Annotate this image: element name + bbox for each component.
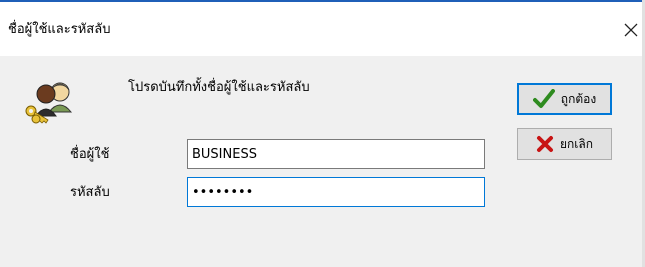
users-keys-icon (25, 82, 73, 124)
password-input[interactable] (187, 177, 485, 207)
x-icon (536, 136, 553, 152)
username-label: ชื่อผู้ใช้ (70, 147, 110, 162)
cancel-button-label: ยกเลิก (559, 136, 594, 151)
ok-button-label: ถูกต้อง (560, 91, 597, 106)
instruction-text: โปรดบันทึกทั้งชื่อผู้ใช้และรหัสลับ (128, 80, 310, 95)
window-title: ชื่อผู้ใช้และรหัสลับ (8, 22, 111, 37)
checkmark-icon (532, 89, 555, 108)
password-label: รหัสลับ (70, 185, 110, 200)
close-icon (624, 23, 638, 37)
close-button[interactable] (620, 18, 642, 42)
cancel-button[interactable]: ยกเลิก (517, 128, 612, 160)
title-bar: ชื่อผู้ใช้และรหัสลับ (0, 0, 645, 56)
username-input[interactable] (187, 139, 485, 169)
ok-button[interactable]: ถูกต้อง (517, 83, 612, 115)
login-dialog: ชื่อผู้ใช้และรหัสลับ โปรดบันทึกทั้งชื่อผ… (0, 0, 645, 267)
